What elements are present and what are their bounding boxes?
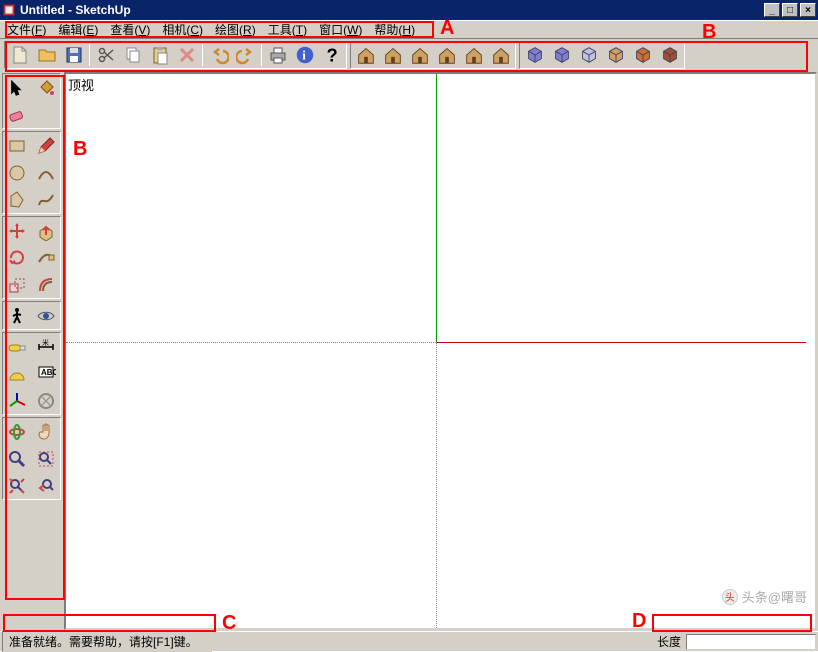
side-group-4	[2, 417, 61, 500]
maximize-button[interactable]: □	[782, 3, 798, 17]
watermark-text: 头条@曙哥	[742, 587, 807, 606]
large-toolset: 米 ABC	[0, 71, 63, 631]
arc-tool[interactable]	[32, 159, 60, 186]
print-button[interactable]	[264, 43, 291, 67]
save-button[interactable]	[60, 43, 87, 67]
copy-button[interactable]	[119, 43, 146, 67]
menu-r[interactable]: 绘图(R)	[210, 19, 261, 40]
view-top-button[interactable]	[379, 43, 406, 67]
rectangle-tool[interactable]	[3, 132, 31, 159]
svg-text:i: i	[302, 49, 306, 63]
model-info-button[interactable]: i	[291, 43, 318, 67]
text-tool[interactable]: ABC	[32, 360, 60, 387]
menu-h[interactable]: 帮助(H)	[369, 19, 420, 40]
axes-tool[interactable]	[3, 387, 31, 414]
zoom-extents-tool[interactable]	[3, 472, 31, 499]
menu-w[interactable]: 窗口(W)	[314, 19, 367, 40]
offset-tool[interactable]	[32, 271, 60, 298]
tape-tool[interactable]	[3, 333, 31, 360]
menu-e[interactable]: 编辑(E)	[53, 19, 103, 40]
neg-green-axis	[436, 342, 437, 630]
help-button[interactable]: ?	[318, 43, 345, 67]
zoom-tool[interactable]	[3, 445, 31, 472]
dimension-tool[interactable]: 米	[32, 333, 60, 360]
view-right-button[interactable]	[433, 43, 460, 67]
status-text: 准备就绪。需要帮助，请按[F1]键。	[2, 631, 212, 652]
svg-text:?: ?	[326, 44, 337, 65]
modeling-viewport[interactable]: 顶视 头 头条@曙哥	[64, 72, 817, 630]
minimize-button[interactable]: _	[764, 3, 780, 17]
menu-c[interactable]: 相机(C)	[157, 19, 208, 40]
rotate-tool[interactable]	[3, 244, 31, 271]
circle-tool[interactable]	[3, 159, 31, 186]
side-group-3: 米 ABC	[2, 332, 61, 415]
menu-v[interactable]: 查看(V)	[105, 19, 155, 40]
view-back-button[interactable]	[460, 43, 487, 67]
blank-tool	[32, 101, 60, 128]
window-titlebar: Untitled - SketchUp _ □ ×	[0, 0, 818, 20]
paint-bucket-tool[interactable]	[32, 74, 60, 101]
menu-bar: 文件(F)编辑(E)查看(V)相机(C)绘图(R)工具(T)窗口(W)帮助(H)	[0, 20, 818, 39]
erase-button[interactable]	[173, 43, 200, 67]
menu-f[interactable]: 文件(F)	[2, 19, 51, 40]
red-axis	[436, 342, 806, 343]
pan-tool[interactable]	[32, 418, 60, 445]
polygon-tool[interactable]	[3, 186, 31, 213]
window-title: Untitled - SketchUp	[20, 3, 764, 17]
menu-t[interactable]: 工具(T)	[263, 19, 312, 40]
side-group-walk	[2, 301, 61, 330]
pushpull-tool[interactable]	[32, 217, 60, 244]
views-toolbar	[350, 41, 516, 69]
watermark-icon: 头	[722, 589, 738, 605]
line-tool[interactable]	[32, 132, 60, 159]
walk-tool[interactable]	[3, 302, 31, 329]
view-left-button[interactable]	[487, 43, 514, 67]
select-tool[interactable]	[3, 74, 31, 101]
green-axis	[436, 74, 437, 342]
open-button[interactable]	[33, 43, 60, 67]
orbit-tool[interactable]	[3, 418, 31, 445]
paste-button[interactable]	[146, 43, 173, 67]
watermark: 头 头条@曙哥	[722, 587, 807, 606]
redo-button[interactable]	[232, 43, 259, 67]
new-button[interactable]	[6, 43, 33, 67]
view-front-button[interactable]	[406, 43, 433, 67]
look-tool[interactable]	[32, 302, 60, 329]
previous-tool[interactable]	[32, 472, 60, 499]
followme-tool[interactable]	[32, 244, 60, 271]
section-tool[interactable]	[32, 387, 60, 414]
undo-button[interactable]	[205, 43, 232, 67]
style-wireframe-button[interactable]	[548, 43, 575, 67]
side-group-2	[2, 216, 61, 299]
cut-button[interactable]	[92, 43, 119, 67]
zoom-window-tool[interactable]	[32, 445, 60, 472]
style-shaded-tex-button[interactable]	[629, 43, 656, 67]
svg-text:ABC: ABC	[41, 368, 56, 377]
app-icon	[2, 3, 16, 17]
side-group-0	[2, 73, 61, 129]
close-button[interactable]: ×	[800, 3, 816, 17]
scale-tool[interactable]	[3, 271, 31, 298]
style-mono-button[interactable]	[656, 43, 683, 67]
view-label: 顶视	[68, 75, 94, 94]
style-shaded-button[interactable]	[602, 43, 629, 67]
face-style-toolbar	[519, 41, 685, 69]
measurement-input[interactable]	[686, 634, 816, 650]
standard-toolbar: i?	[4, 41, 347, 69]
eraser-tool[interactable]	[3, 101, 31, 128]
status-bar: 准备就绪。需要帮助，请按[F1]键。 长度	[0, 631, 818, 651]
style-hidden-line-button[interactable]	[575, 43, 602, 67]
neg-red-axis	[66, 342, 436, 343]
view-iso-button[interactable]	[352, 43, 379, 67]
freehand-tool[interactable]	[32, 186, 60, 213]
svg-text:米: 米	[42, 338, 49, 347]
move-tool[interactable]	[3, 217, 31, 244]
side-group-1	[2, 131, 61, 214]
style-xray-button[interactable]	[521, 43, 548, 67]
vcb-label: 长度	[657, 633, 681, 650]
protractor-tool[interactable]	[3, 360, 31, 387]
